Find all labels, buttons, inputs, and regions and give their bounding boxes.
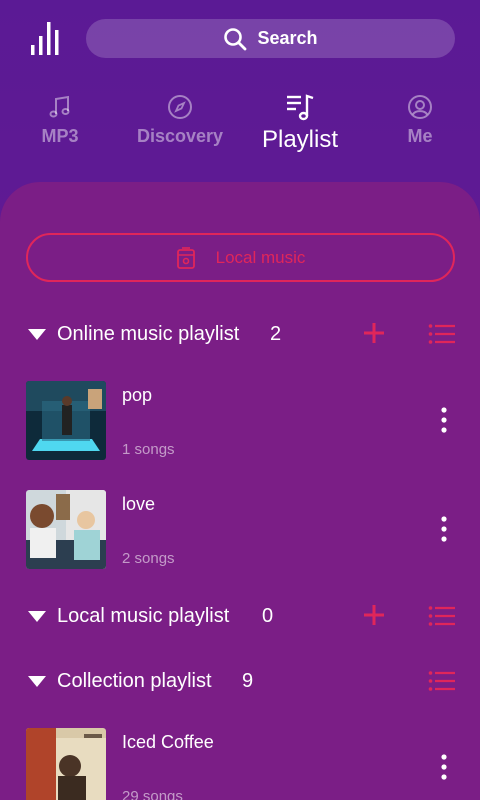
playlist-cover: [26, 728, 106, 800]
playlist-name: love: [122, 494, 156, 514]
tab-playlist[interactable]: Playlist: [240, 88, 360, 158]
playlist-row[interactable]: Iced Coffee 29 songs: [0, 728, 480, 800]
compass-icon: [168, 95, 192, 119]
manage-list-icon[interactable]: [428, 604, 456, 628]
playlist-cover: [26, 381, 106, 460]
online-playlist-header[interactable]: Online music playlist 2: [0, 315, 480, 355]
more-options-icon[interactable]: [438, 407, 450, 433]
playlist-panel: Local music Online music playlist 2 pop …: [0, 182, 480, 800]
playlist-row[interactable]: pop 1 songs: [0, 381, 480, 461]
playlist-icon: [287, 94, 314, 121]
local-music-label: Local music: [215, 247, 306, 267]
tab-bar: MP3 Discovery Playlist Me: [0, 88, 480, 158]
manage-list-icon[interactable]: [428, 669, 456, 693]
tab-label: Playlist: [261, 126, 339, 153]
playlist-song-count: 1 songs: [122, 441, 175, 458]
section-title: Collection playlist: [57, 670, 212, 692]
more-options-icon[interactable]: [438, 754, 450, 780]
local-playlist-header[interactable]: Local music playlist 0: [0, 597, 480, 637]
section-count: 9: [242, 670, 254, 692]
top-bar: Search: [0, 0, 480, 80]
playlist-song-count: 2 songs: [122, 550, 175, 567]
collapse-triangle-icon[interactable]: [28, 611, 46, 622]
playlist-song-count: 29 songs: [122, 788, 183, 800]
search-bar[interactable]: Search: [86, 19, 455, 58]
search-label: Search: [257, 28, 318, 48]
tab-mp3[interactable]: MP3: [0, 88, 120, 158]
equalizer-icon[interactable]: [30, 20, 62, 56]
section-title: Local music playlist: [57, 605, 230, 627]
tab-discovery[interactable]: Discovery: [120, 88, 240, 158]
tab-label: MP3: [41, 126, 79, 146]
speaker-box-icon: [176, 246, 195, 269]
section-count: 2: [270, 323, 282, 345]
music-note-icon: [49, 95, 70, 118]
more-options-icon[interactable]: [438, 516, 450, 542]
tab-label: Discovery: [136, 126, 224, 146]
search-icon: [224, 27, 247, 50]
collapse-triangle-icon[interactable]: [28, 329, 46, 340]
tab-label: Me: [407, 126, 433, 146]
add-playlist-icon[interactable]: [362, 603, 386, 627]
collapse-triangle-icon[interactable]: [28, 676, 46, 687]
local-music-button[interactable]: Local music: [26, 233, 455, 282]
manage-list-icon[interactable]: [428, 322, 456, 346]
playlist-name: Iced Coffee: [122, 732, 214, 752]
section-count: 0: [262, 605, 274, 627]
add-playlist-icon[interactable]: [362, 321, 386, 345]
tab-me[interactable]: Me: [360, 88, 480, 158]
section-title: Online music playlist: [57, 323, 240, 345]
user-icon: [408, 95, 432, 119]
playlist-name: pop: [122, 385, 153, 405]
collection-playlist-header[interactable]: Collection playlist 9: [0, 662, 480, 702]
playlist-row[interactable]: love 2 songs: [0, 490, 480, 570]
playlist-cover: [26, 490, 106, 569]
